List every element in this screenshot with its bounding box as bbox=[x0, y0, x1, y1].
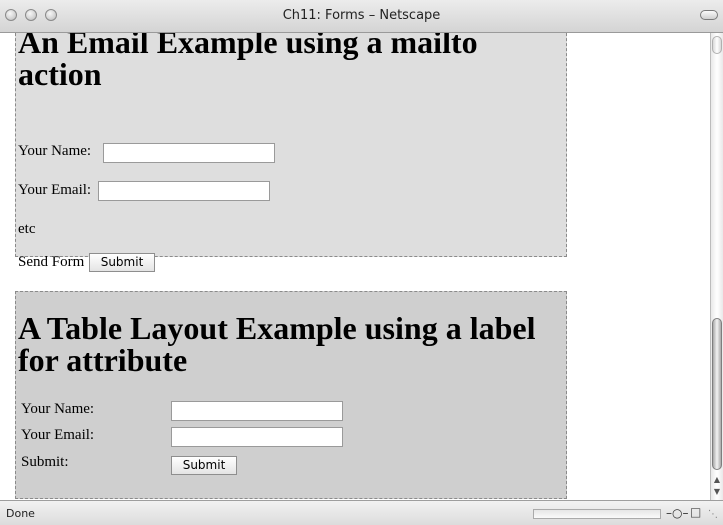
window-title-bar: Ch11: Forms – Netscape bbox=[0, 0, 723, 33]
vertical-scrollbar[interactable]: ▲ ▼ bbox=[710, 33, 723, 500]
scroll-up-icon[interactable]: ▲ bbox=[712, 474, 722, 486]
table-form-heading: A Table Layout Example using a label for… bbox=[18, 312, 535, 376]
progress-bar bbox=[533, 509, 661, 519]
etc-text: etc bbox=[18, 221, 36, 237]
window-title: Ch11: Forms – Netscape bbox=[282, 8, 441, 23]
table-your-email-label: Your Email: bbox=[21, 427, 95, 443]
your-email-input[interactable] bbox=[98, 181, 270, 201]
table-heading-line1: A Table Layout Example using a label bbox=[18, 310, 536, 346]
table-submit-label: Submit: bbox=[21, 454, 69, 470]
table-heading-line2: for attribute bbox=[18, 342, 188, 378]
mailto-heading-line2: action bbox=[18, 56, 102, 92]
scroll-down-icon[interactable]: ▼ bbox=[712, 486, 722, 498]
mailto-form-heading: An Email Example using a mailto action bbox=[18, 33, 478, 90]
your-name-label: Your Name: bbox=[18, 143, 92, 159]
submit-button[interactable]: Submit bbox=[89, 253, 155, 272]
your-name-input[interactable] bbox=[103, 143, 275, 163]
table-submit-button[interactable]: Submit bbox=[171, 456, 237, 475]
status-text: Done bbox=[6, 507, 35, 520]
table-your-name-input[interactable] bbox=[171, 401, 343, 421]
page-content: An Email Example using a mailto action Y… bbox=[0, 33, 710, 500]
your-email-label: Your Email: bbox=[18, 182, 92, 198]
resize-grip-icon[interactable]: ⋱ bbox=[708, 509, 718, 520]
send-form-label: Send Form bbox=[18, 254, 85, 270]
table-your-name-label: Your Name: bbox=[21, 401, 95, 417]
toolbar-toggle-icon[interactable] bbox=[700, 10, 718, 20]
table-form-section: A Table Layout Example using a label for… bbox=[15, 291, 567, 499]
table-your-email-input[interactable] bbox=[171, 427, 343, 447]
scroll-thumb[interactable] bbox=[712, 318, 722, 470]
status-bar: Done –○– □ ⋱ bbox=[0, 500, 723, 525]
scroll-track-cap bbox=[712, 36, 722, 54]
connection-plug-icon[interactable]: –○– bbox=[666, 506, 688, 520]
lock-icon[interactable]: □ bbox=[690, 505, 701, 519]
mailto-form-section: An Email Example using a mailto action Y… bbox=[15, 33, 567, 272]
